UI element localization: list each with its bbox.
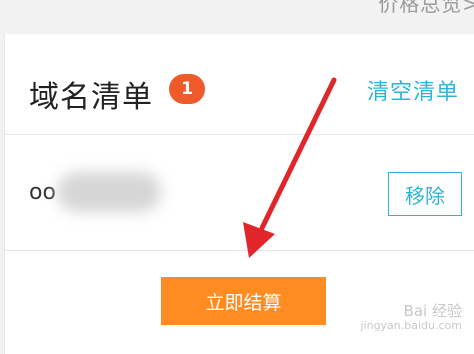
list-header: 域名清单 1 清空清单 bbox=[5, 34, 474, 135]
list-item: oo 移除 bbox=[5, 134, 474, 251]
domain-name: oo bbox=[29, 180, 56, 205]
remove-button[interactable]: 移除 bbox=[388, 172, 462, 216]
checkout-button[interactable]: 立即结算 bbox=[161, 277, 326, 325]
count-badge: 1 bbox=[169, 74, 205, 104]
watermark-brand: Bai 经验 bbox=[403, 302, 462, 321]
price-overview-link[interactable]: 价格总览> bbox=[378, 0, 474, 17]
watermark-url: jingyan.baidu.com bbox=[360, 318, 462, 332]
clear-list-button[interactable]: 清空清单 bbox=[367, 74, 459, 106]
page-title: 域名清单 bbox=[29, 80, 153, 115]
baidu-watermark: Bai 经验 jingyan.baidu.com bbox=[360, 303, 462, 332]
blurred-domain-text bbox=[57, 172, 161, 212]
